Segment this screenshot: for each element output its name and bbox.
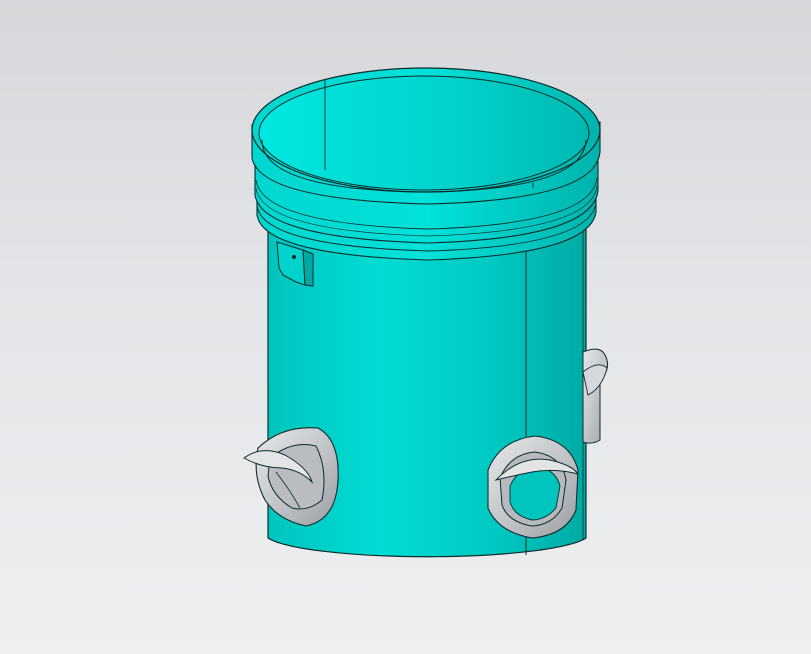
cad-viewport[interactable]	[0, 0, 811, 654]
bucket-3d-model[interactable]	[0, 0, 811, 654]
pipe-fitting-rear[interactable]	[582, 348, 609, 444]
pipe-fitting-left[interactable]	[243, 427, 339, 527]
bucket-opening	[251, 67, 601, 193]
pipe-fitting-front[interactable]	[487, 435, 580, 539]
